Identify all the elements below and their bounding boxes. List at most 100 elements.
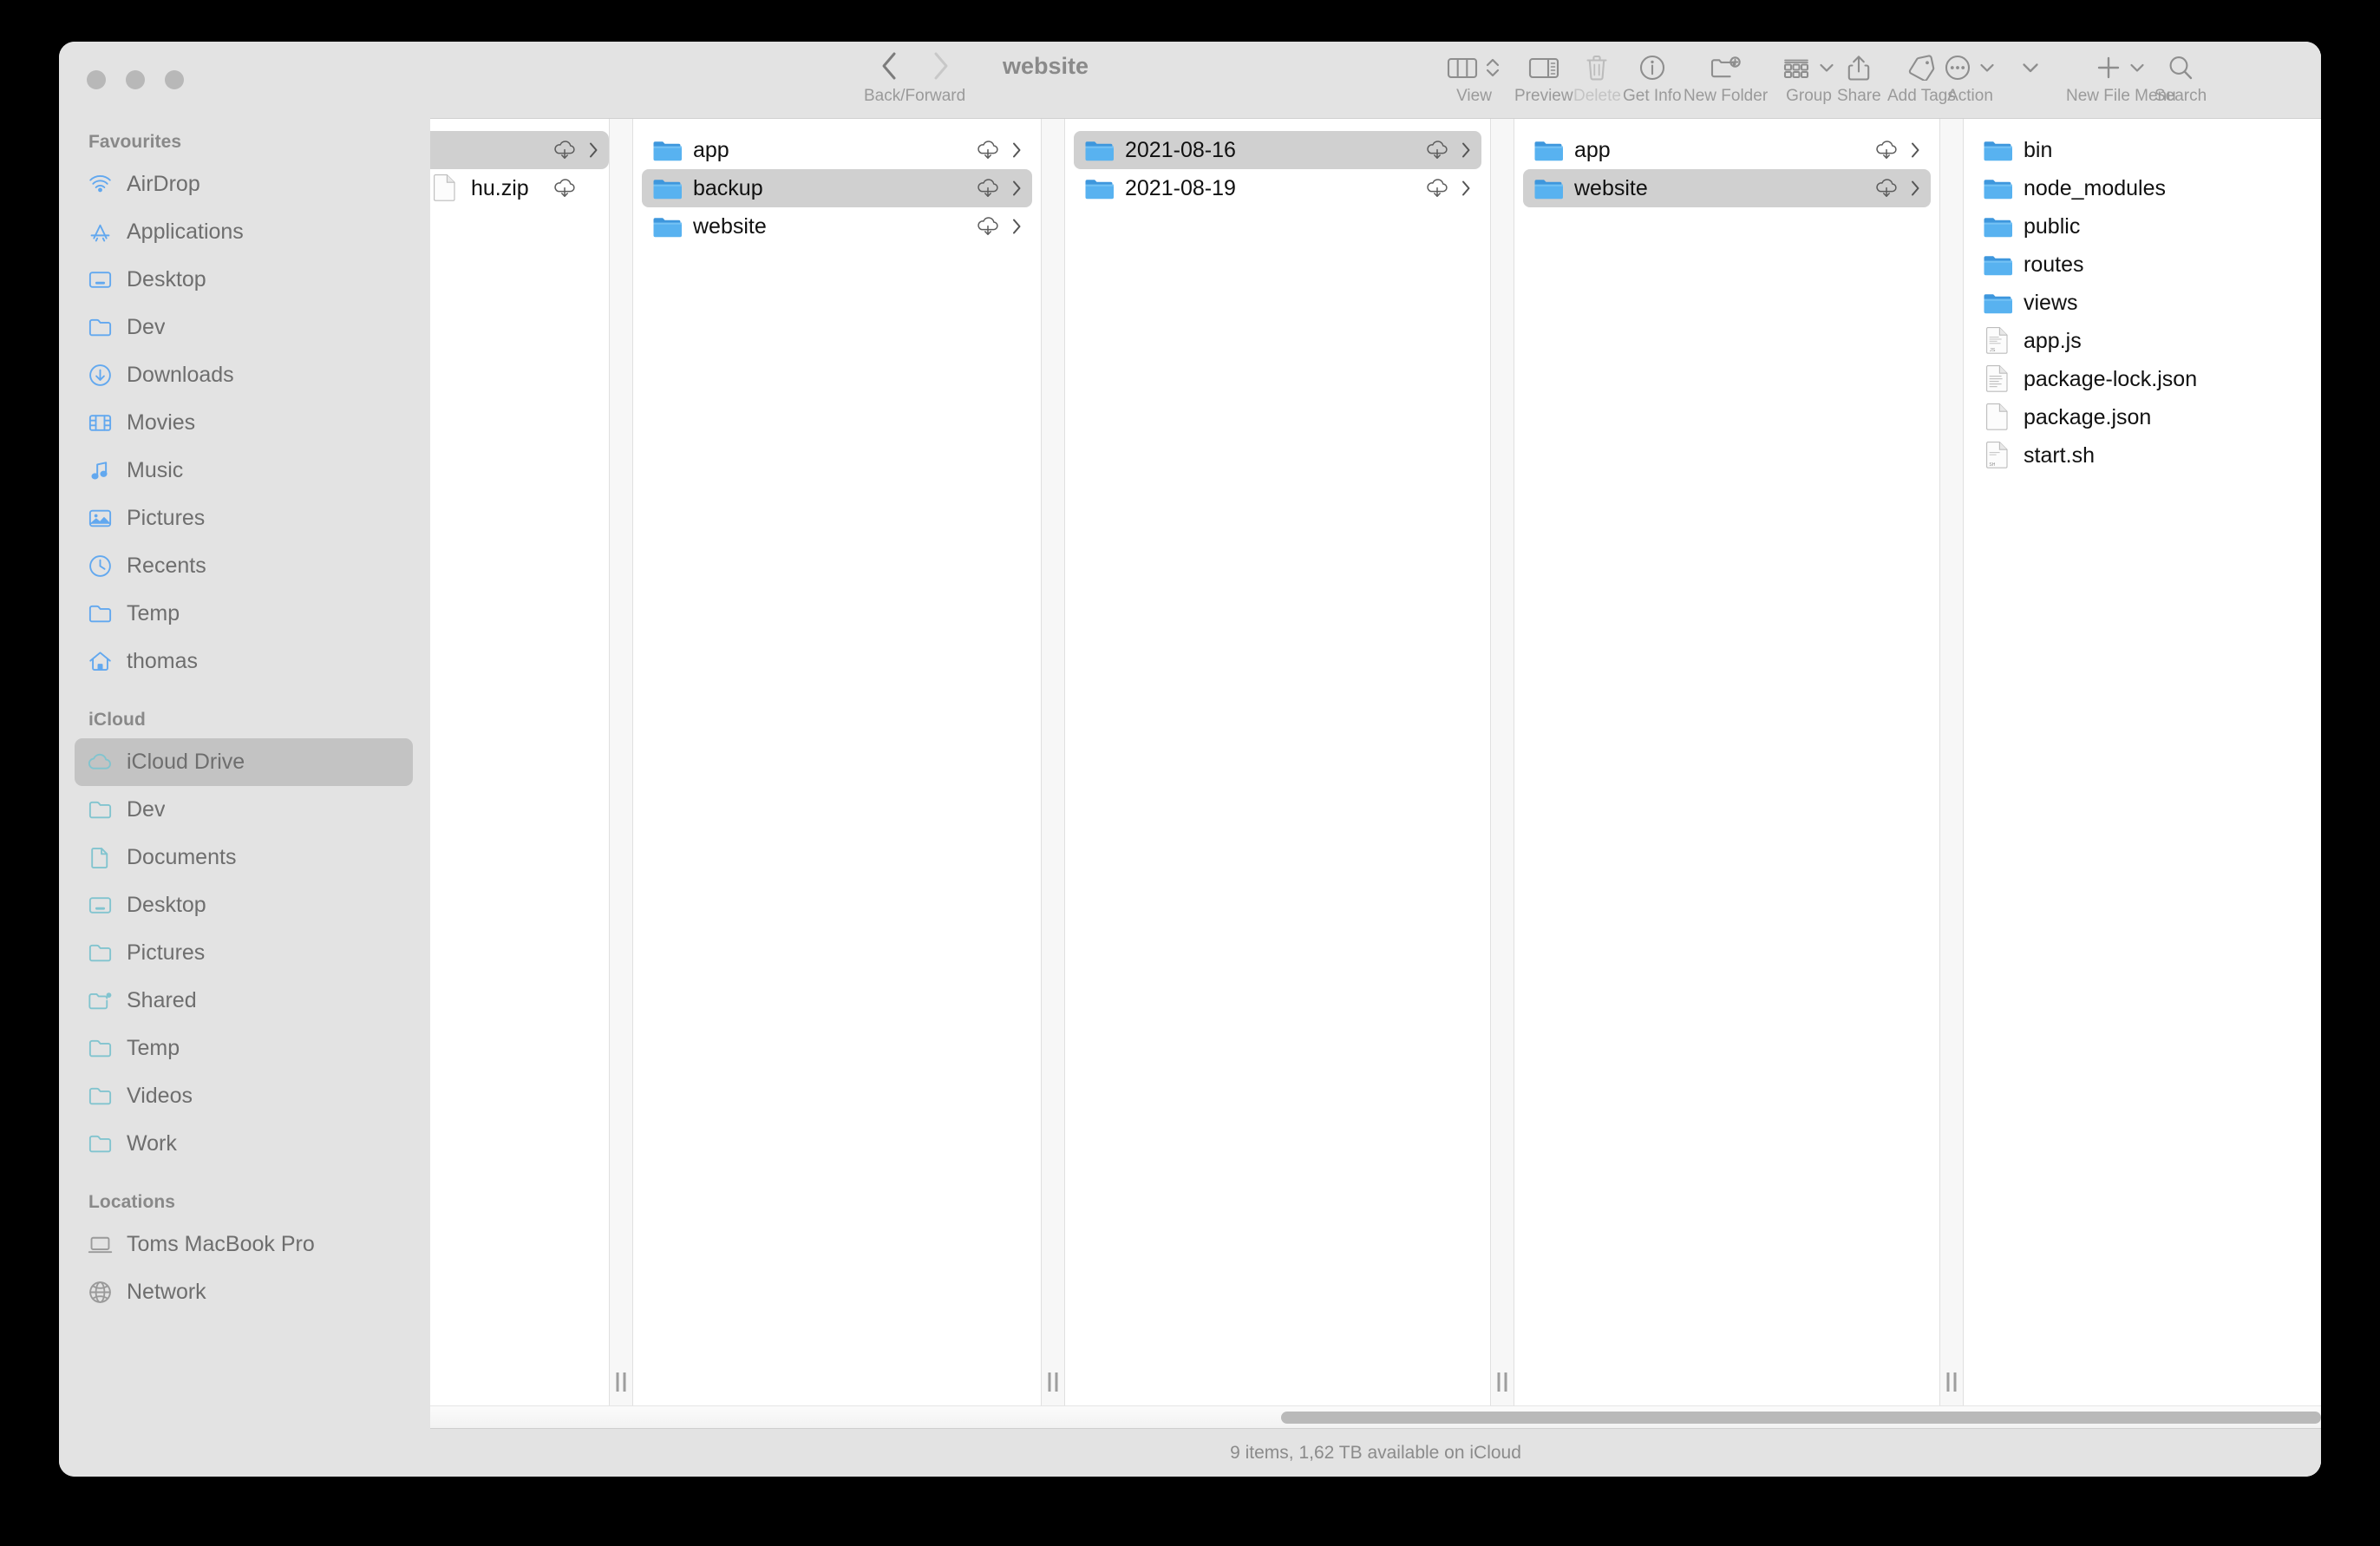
sidebar-item-airdrop[interactable]: AirDrop <box>75 160 413 208</box>
sidebar-item-toms-macbook-pro[interactable]: Toms MacBook Pro <box>75 1221 413 1268</box>
new-folder-icon <box>1710 49 1742 87</box>
sidebar-item-label: Pictures <box>127 940 206 965</box>
sidebar-item-desktop[interactable]: Desktop <box>75 881 413 929</box>
cloud-download-icon[interactable] <box>1872 176 1901 200</box>
column-resize-handle[interactable] <box>609 119 633 1405</box>
toolbar-share-button[interactable]: Share <box>1837 42 1881 106</box>
sidebar-item-temp[interactable]: Temp <box>75 1025 413 1072</box>
column-browser[interactable]: hu.zip app backup website 2021-08-16 202… <box>430 118 2321 1405</box>
sidebar-item-documents[interactable]: Documents <box>75 834 413 881</box>
resize-grip-icon <box>616 1372 626 1392</box>
toolbar-new-folder-button[interactable]: New Folder <box>1684 42 1768 106</box>
sidebar-item-pictures[interactable]: Pictures <box>75 495 413 542</box>
resize-grip-icon <box>1497 1372 1507 1392</box>
cloud-download-icon[interactable] <box>973 214 1003 239</box>
column-resize-handle[interactable] <box>1490 119 1514 1405</box>
file-row[interactable]: routes <box>1972 246 2321 284</box>
cloud-download-icon[interactable] <box>973 176 1003 200</box>
sidebar-item-temp[interactable]: Temp <box>75 590 413 638</box>
horizontal-scrollbar[interactable] <box>430 1405 2321 1428</box>
sidebar-item-movies[interactable]: Movies <box>75 399 413 447</box>
column-4[interactable]: app website <box>1514 119 1939 1405</box>
file-row[interactable]: website <box>642 207 1032 246</box>
desktop-icon <box>87 266 114 293</box>
cloud-download-icon[interactable] <box>973 138 1003 162</box>
file-row[interactable]: SH start.sh <box>1972 436 2321 475</box>
toolbar-overflow-button[interactable] <box>2019 42 2042 87</box>
sidebar-item-thomas[interactable]: thomas <box>75 638 413 685</box>
sidebar-item-videos[interactable]: Videos <box>75 1072 413 1120</box>
file-row[interactable]: website <box>1523 169 1931 207</box>
toolbar-action-button[interactable]: Action <box>1944 42 1997 106</box>
sidebar-item-desktop[interactable]: Desktop <box>75 256 413 304</box>
file-row[interactable]: hu.zip <box>430 169 609 207</box>
file-name: package-lock.json <box>2024 366 2198 391</box>
sidebar-item-pictures[interactable]: Pictures <box>75 929 413 977</box>
toolbar-delete-label: Delete <box>1573 87 1621 105</box>
file-row[interactable]: package.json <box>1972 398 2321 436</box>
file-row[interactable]: app <box>1523 131 1931 169</box>
sidebar-item-recents[interactable]: Recents <box>75 542 413 590</box>
back-button[interactable] <box>879 51 899 85</box>
cloud-download-icon[interactable] <box>1422 138 1452 162</box>
cloud-download-icon[interactable] <box>550 138 579 162</box>
sidebar-item-dev[interactable]: Dev <box>75 786 413 834</box>
file-name: bin <box>2024 137 2053 162</box>
column-resize-handle[interactable] <box>1041 119 1065 1405</box>
sidebar-item-shared[interactable]: Shared <box>75 977 413 1025</box>
sidebar-item-label: AirDrop <box>127 172 200 196</box>
file-row[interactable]: node_modules <box>1972 169 2321 207</box>
file-name: app <box>693 137 729 162</box>
column-1[interactable]: hu.zip <box>430 119 609 1405</box>
sidebar-item-work[interactable]: Work <box>75 1120 413 1168</box>
file-row[interactable]: public <box>1972 207 2321 246</box>
sidebar: Favourites AirDrop Applications Desktop Dev D… <box>59 42 430 1477</box>
toolbar-search-button[interactable]: Search <box>2154 42 2207 106</box>
sidebar-item-icloud-drive[interactable]: iCloud Drive <box>75 738 413 786</box>
column-5[interactable]: bin node_modules public routes views JS a… <box>1964 119 2321 1405</box>
file-row[interactable]: 2021-08-19 <box>1074 169 1481 207</box>
toolbar-view-button[interactable]: View <box>1447 42 1501 106</box>
file-row[interactable]: JS app.js <box>1972 322 2321 360</box>
forward-button[interactable] <box>932 51 951 85</box>
toolbar-delete-button[interactable]: Delete <box>1573 42 1621 106</box>
file-name: app.js <box>2024 328 2082 353</box>
cloud-download-icon[interactable] <box>1872 138 1901 162</box>
resize-grip-icon <box>1048 1372 1058 1392</box>
toolbar-get-info-label: Get Info <box>1623 87 1682 105</box>
disclosure-chevron-icon <box>1459 141 1473 160</box>
sidebar-item-label: Dev <box>127 315 166 339</box>
column-resize-handle[interactable] <box>1939 119 1964 1405</box>
file-row[interactable]: 2021-08-16 <box>1074 131 1481 169</box>
sidebar-item-downloads[interactable]: Downloads <box>75 351 413 399</box>
cloud-download-icon[interactable] <box>1422 176 1452 200</box>
back-forward-control[interactable]: Back/Forward <box>864 42 965 106</box>
folder-icon <box>87 1083 114 1110</box>
sidebar-item-network[interactable]: Network <box>75 1268 413 1316</box>
minimize-button[interactable] <box>126 70 145 89</box>
sidebar-item-dev[interactable]: Dev <box>75 304 413 351</box>
close-button[interactable] <box>87 70 106 89</box>
trash-icon <box>1584 49 1610 87</box>
toolbar-get-info-button[interactable]: Get Info <box>1623 42 1682 106</box>
file-row[interactable]: bin <box>1972 131 2321 169</box>
sidebar-item-music[interactable]: Music <box>75 447 413 495</box>
preview-pane-icon <box>1528 49 1559 87</box>
file-row[interactable]: views <box>1972 284 2321 322</box>
file-icon: JS <box>1983 326 2012 356</box>
folder-icon <box>1983 212 2012 241</box>
column-2[interactable]: app backup website <box>633 119 1041 1405</box>
zoom-button[interactable] <box>165 70 184 89</box>
cloud-download-icon[interactable] <box>550 176 579 200</box>
tag-icon <box>1906 49 1936 87</box>
toolbar-group-button[interactable]: Group <box>1782 42 1836 106</box>
file-row[interactable]: package-lock.json <box>1972 360 2321 398</box>
sidebar-item-applications[interactable]: Applications <box>75 208 413 256</box>
toolbar-preview-button[interactable]: Preview <box>1514 42 1573 106</box>
horizontal-scrollbar-thumb[interactable] <box>1281 1412 2321 1424</box>
file-icon <box>1983 403 2012 432</box>
column-3[interactable]: 2021-08-16 2021-08-19 <box>1065 119 1490 1405</box>
file-row[interactable]: app <box>642 131 1032 169</box>
file-row[interactable]: backup <box>642 169 1032 207</box>
file-row[interactable] <box>430 131 609 169</box>
